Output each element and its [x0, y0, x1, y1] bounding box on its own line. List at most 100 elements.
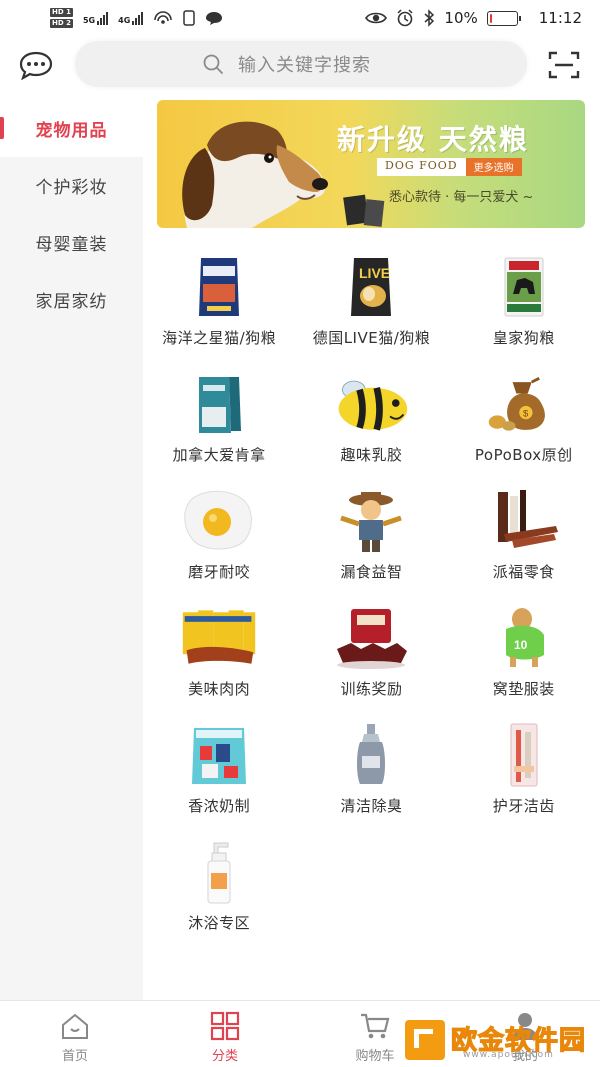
chat-bubble-icon — [206, 12, 223, 25]
category-label: 护牙洁齿 — [492, 797, 555, 815]
category-item-dental[interactable]: 护牙洁齿 — [448, 708, 600, 825]
bee-latex-toy-icon — [331, 369, 411, 439]
category-label: 海洋之星猫/狗粮 — [162, 329, 277, 347]
hd2-label: HD 2 — [50, 19, 73, 28]
category-item-puzzle[interactable]: 漏食益智 — [295, 474, 447, 591]
category-label: 香浓奶制 — [188, 797, 251, 815]
category-item-popobox[interactable]: $ PoPoBox原创 — [448, 357, 600, 474]
alarm-icon — [397, 9, 413, 27]
watermark-icon — [405, 1020, 445, 1060]
category-item-ocean-star[interactable]: 海洋之星猫/狗粮 — [143, 240, 295, 357]
category-item-latex[interactable]: 趣味乳胶 — [295, 357, 447, 474]
search-placeholder: 输入关键字搜索 — [238, 55, 371, 76]
svg-text:$: $ — [523, 408, 529, 419]
signal-5g-icon: 5G — [82, 11, 109, 25]
category-sidebar: 宠物用品 个护彩妆 母婴童装 家居家纺 — [0, 100, 143, 1000]
signal-4g-icon: 4G — [118, 11, 144, 25]
category-item-acana[interactable]: 加拿大爱肯拿 — [143, 357, 295, 474]
cleaner-spray-bottle-icon — [331, 720, 411, 790]
royal-dog-food-icon — [484, 252, 564, 322]
category-item-live[interactable]: LIVE 德国LIVE猫/狗粮 — [295, 240, 447, 357]
scarecrow-toy-icon — [331, 486, 411, 556]
battery-percent: 10% — [444, 9, 478, 27]
banner-badge: DOG FOOD 更多选购 — [377, 158, 522, 176]
clock: 11:12 — [538, 9, 582, 27]
watermark-url: www.apoujn.com — [463, 1050, 554, 1060]
beagle-dog-image — [182, 121, 328, 228]
category-label: 漏食益智 — [340, 563, 403, 581]
category-label: 清洁除臭 — [340, 797, 403, 815]
sidebar-item-label: 母婴童装 — [35, 235, 108, 255]
tab-home[interactable]: 首页 — [0, 1001, 150, 1067]
cart-icon — [361, 1013, 390, 1039]
category-label: 皇家狗粮 — [492, 329, 555, 347]
search-icon — [203, 54, 223, 74]
category-item-cleaning[interactable]: 清洁除臭 — [295, 708, 447, 825]
tab-label: 首页 — [61, 1049, 88, 1064]
category-label: 训练奖励 — [340, 680, 403, 698]
cat-dog-food-bag-icon — [179, 252, 259, 322]
category-label: 德国LIVE猫/狗粮 — [312, 329, 431, 347]
scan-icon[interactable] — [548, 50, 580, 80]
bluetooth-icon — [424, 9, 435, 27]
category-label: 沐浴专区 — [188, 914, 251, 932]
jerky-sticks-icon — [484, 486, 564, 556]
sidebar-item-home-textiles[interactable]: 家居家纺 — [0, 271, 143, 328]
category-grid-icon — [210, 1011, 240, 1041]
beef-treats-icon — [331, 603, 411, 673]
live-food-bag-icon: LIVE — [331, 252, 411, 322]
sidebar-item-baby-kids[interactable]: 母婴童装 — [0, 214, 143, 271]
category-item-clothing[interactable]: 10 窝垫服装 — [448, 591, 600, 708]
category-item-snacks[interactable]: 派福零食 — [448, 474, 600, 591]
banner-badge-left: DOG FOOD — [377, 158, 466, 176]
meat-snack-packs-icon — [179, 603, 259, 673]
search-input[interactable]: 输入关键字搜索 — [75, 41, 527, 87]
category-item-royal[interactable]: 皇家狗粮 — [448, 240, 600, 357]
battery-fill — [489, 13, 493, 23]
sidebar-item-label: 宠物用品 — [35, 121, 108, 141]
category-label: 趣味乳胶 — [340, 446, 403, 464]
net1-label: 5G — [82, 16, 96, 25]
food-bag-decor — [363, 199, 385, 227]
message-icon[interactable] — [18, 50, 54, 80]
category-item-milk[interactable]: 香浓奶制 — [143, 708, 295, 825]
category-item-chew[interactable]: 磨牙耐咬 — [143, 474, 295, 591]
category-label: 窝垫服装 — [492, 680, 555, 698]
banner-subtitle: 悉心款待 · 每一只爱犬 ~ — [389, 190, 534, 205]
money-bag-toy-icon: $ — [484, 369, 564, 439]
category-item-meat[interactable]: 美味肉肉 — [143, 591, 295, 708]
battery-icon — [486, 10, 521, 26]
shampoo-pump-bottle-icon — [179, 837, 259, 907]
tab-category[interactable]: 分类 — [150, 1001, 300, 1067]
category-grid: 海洋之星猫/狗粮 LIVE 德国LIVE猫/狗粮 皇家狗粮 加拿大爱肯拿 趣味乳… — [143, 240, 600, 942]
category-item-training[interactable]: 训练奖励 — [295, 591, 447, 708]
banner-badge-right[interactable]: 更多选购 — [465, 158, 522, 176]
sidebar-item-label: 个护彩妆 — [35, 178, 108, 198]
sidebar-item-pet-supplies[interactable]: 宠物用品 — [0, 100, 143, 157]
toothbrush-set-icon — [484, 720, 564, 790]
top-header: 输入关键字搜索 — [0, 36, 600, 94]
egg-chew-toy-icon — [179, 486, 259, 556]
milk-treat-bag-icon — [179, 720, 259, 790]
promo-banner[interactable]: 新升级 天然粮 DOG FOOD 更多选购 悉心款待 · 每一只爱犬 ~ — [157, 100, 585, 228]
watermark-logo: 欧金软件园 www.apoujn.com — [405, 1018, 590, 1062]
status-left: HD 1 HD 2 5G 4G — [50, 7, 223, 29]
status-bar: HD 1 HD 2 5G 4G 10% 11:12 — [0, 0, 600, 36]
category-label: 美味肉肉 — [188, 680, 251, 698]
sidebar-item-label: 家居家纺 — [35, 292, 108, 312]
category-label: 派福零食 — [492, 563, 555, 581]
acana-food-bag-icon — [179, 369, 259, 439]
eye-icon — [365, 12, 388, 24]
category-label: 磨牙耐咬 — [188, 563, 251, 581]
net2-label: 4G — [118, 16, 131, 25]
svg-text:LIVE: LIVE — [359, 265, 390, 281]
home-icon — [62, 1013, 88, 1039]
category-item-bathing[interactable]: 沐浴专区 — [143, 825, 295, 942]
category-label: 加拿大爱肯拿 — [172, 446, 266, 464]
svg-text:10: 10 — [514, 638, 528, 652]
status-right: 10% 11:12 — [365, 9, 582, 27]
sidebar-item-personal-care[interactable]: 个护彩妆 — [0, 157, 143, 214]
hd-indicator: HD 1 HD 2 — [50, 7, 73, 29]
tab-label: 购物车 — [355, 1049, 395, 1064]
category-label: PoPoBox原创 — [474, 446, 573, 464]
